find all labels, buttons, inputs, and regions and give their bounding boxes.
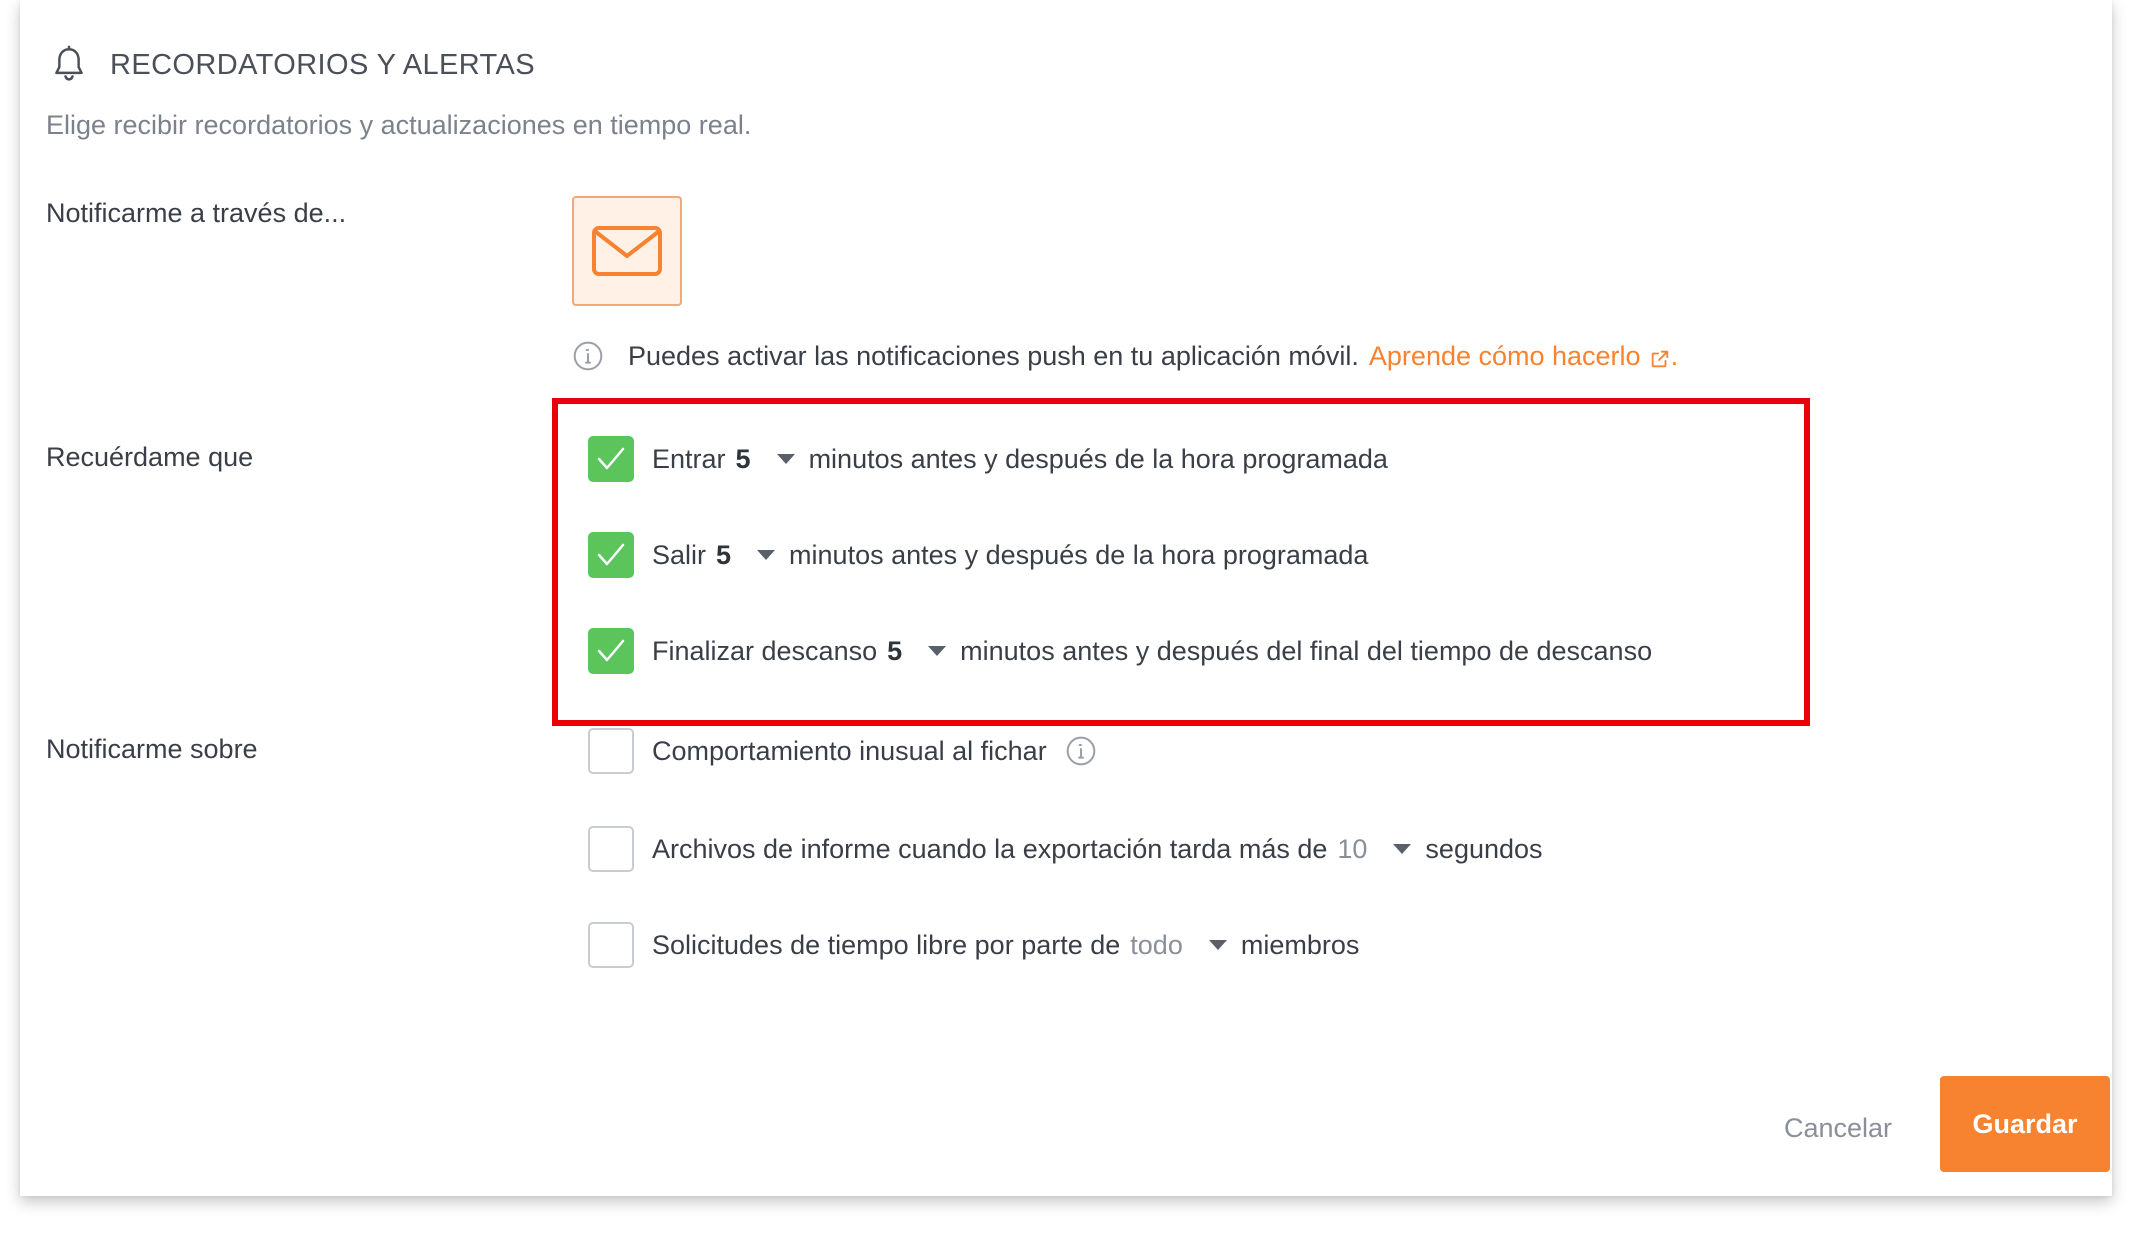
caret-down-icon bbox=[757, 550, 776, 560]
info-icon[interactable] bbox=[1065, 735, 1097, 767]
remind-label: Recuérdame que bbox=[46, 442, 254, 472]
email-channel-button[interactable] bbox=[572, 196, 682, 306]
cancel-button[interactable]: Cancelar bbox=[1760, 1100, 1916, 1156]
learn-how-link[interactable]: Aprende cómo hacerlo bbox=[1369, 341, 1641, 372]
notify-item-time-off: Solicitudes de tiempo libre por parte de… bbox=[588, 922, 1359, 968]
notify-item-label: Solicitudes de tiempo libre por parte de bbox=[652, 929, 1121, 960]
seconds-value: 10 bbox=[1337, 833, 1368, 864]
envelope-icon bbox=[592, 226, 662, 276]
remind-item-suffix: minutos antes y después de la hora progr… bbox=[789, 539, 1369, 570]
notify-item-unusual-behavior: Comportamiento inusual al fichar bbox=[588, 728, 1097, 774]
section-subtitle: Elige recibir recordatorios y actualizac… bbox=[46, 110, 752, 140]
checkbox-end-break[interactable] bbox=[588, 628, 634, 674]
remind-item-end-break: Finalizar descanso 5 minutos antes y des… bbox=[588, 628, 1652, 674]
notify-item-suffix: segundos bbox=[1425, 833, 1543, 864]
minutes-dropdown[interactable]: 5 bbox=[706, 540, 789, 571]
link-suffix: . bbox=[1670, 340, 1679, 371]
seconds-dropdown[interactable]: 10 bbox=[1327, 834, 1425, 865]
checkbox-time-off[interactable] bbox=[588, 922, 634, 968]
remind-item-label: Finalizar descanso bbox=[652, 635, 878, 666]
caret-down-icon bbox=[1393, 844, 1412, 854]
minutes-dropdown[interactable]: 5 bbox=[877, 636, 960, 667]
checkbox-clock-out[interactable] bbox=[588, 532, 634, 578]
remind-item-label: Entrar bbox=[652, 443, 726, 474]
members-value: todo bbox=[1130, 929, 1183, 960]
bell-icon bbox=[55, 45, 83, 81]
notify-item-label: Comportamiento inusual al fichar bbox=[652, 735, 1047, 766]
remind-item-suffix: minutos antes y después de la hora progr… bbox=[808, 443, 1388, 474]
remind-item-clock-out: Salir 5 minutos antes y después de la ho… bbox=[588, 532, 1368, 578]
caret-down-icon bbox=[928, 646, 947, 656]
remind-item-suffix: minutos antes y después del final del ti… bbox=[960, 635, 1653, 666]
remind-item-clock-in: Entrar 5 minutos antes y después de la h… bbox=[588, 436, 1388, 482]
save-button[interactable]: Guardar bbox=[1940, 1076, 2110, 1172]
info-icon bbox=[573, 341, 603, 371]
notify-item-suffix: miembros bbox=[1240, 929, 1360, 960]
checkbox-report-files[interactable] bbox=[588, 826, 634, 872]
section-title: RECORDATORIOS Y ALERTAS bbox=[110, 48, 535, 81]
minutes-value: 5 bbox=[887, 635, 903, 666]
notify-item-label: Archivos de informe cuando la exportació… bbox=[652, 833, 1328, 864]
notify-item-report-files: Archivos de informe cuando la exportació… bbox=[588, 826, 1543, 872]
check-icon bbox=[597, 543, 625, 566]
minutes-dropdown[interactable]: 5 bbox=[726, 444, 809, 475]
notify-via-label: Notificarme a través de... bbox=[46, 198, 347, 228]
caret-down-icon bbox=[776, 454, 795, 464]
push-info: Puedes activar las notificaciones push e… bbox=[572, 340, 1678, 372]
minutes-value: 5 bbox=[716, 539, 732, 570]
checkbox-clock-in[interactable] bbox=[588, 436, 634, 482]
minutes-value: 5 bbox=[735, 443, 751, 474]
checkbox-unusual-behavior[interactable] bbox=[588, 728, 634, 774]
check-icon bbox=[597, 639, 625, 662]
push-info-text: Puedes activar las notificaciones push e… bbox=[628, 340, 1359, 371]
remind-item-label: Salir bbox=[652, 539, 707, 570]
notify-about-label: Notificarme sobre bbox=[46, 734, 258, 764]
external-link-icon[interactable] bbox=[1649, 348, 1671, 370]
members-dropdown[interactable]: todo bbox=[1120, 930, 1241, 961]
section-header: RECORDATORIOS Y ALERTAS bbox=[48, 44, 535, 86]
caret-down-icon bbox=[1208, 940, 1227, 950]
reminders-alerts-panel: RECORDATORIOS Y ALERTAS Elige recibir re… bbox=[20, 0, 2112, 1196]
check-icon bbox=[597, 447, 625, 470]
